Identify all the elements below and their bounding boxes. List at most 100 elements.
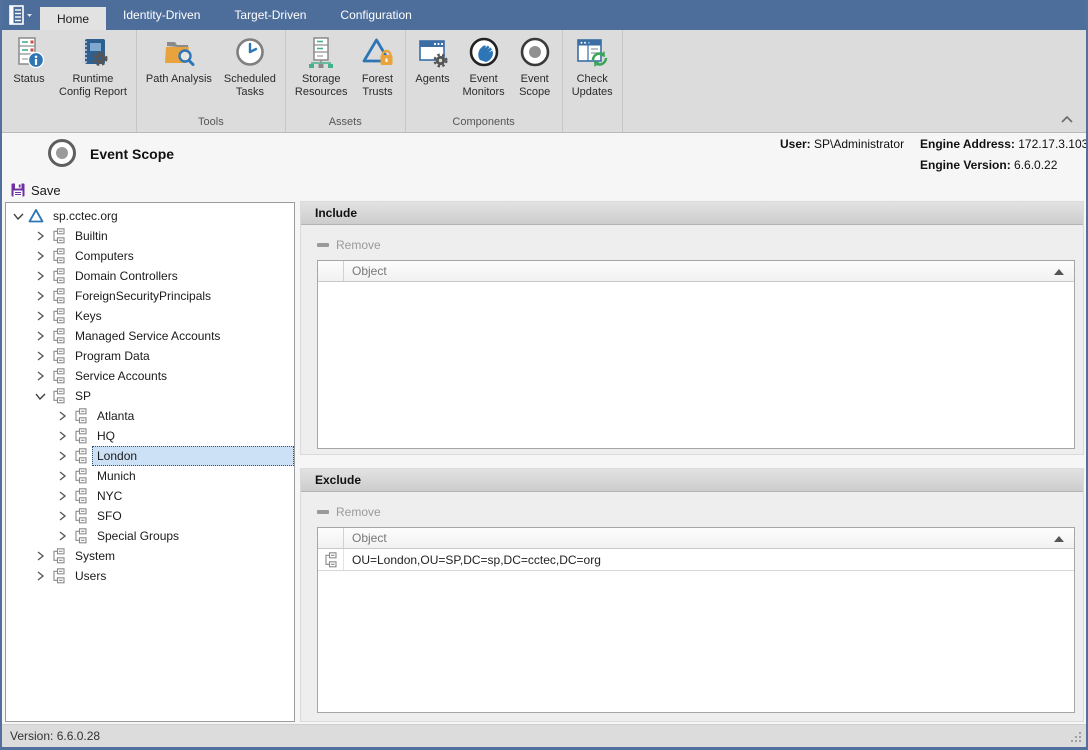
expand-toggle[interactable] bbox=[32, 288, 48, 304]
chevron-right-icon bbox=[57, 470, 67, 482]
tab-target-driven[interactable]: Target-Driven bbox=[217, 0, 323, 30]
exclude-remove-button[interactable]: Remove bbox=[316, 505, 1083, 519]
tree-item-service-accounts[interactable]: Service Accounts bbox=[6, 366, 294, 386]
tab-home[interactable]: Home bbox=[40, 7, 106, 30]
expand-toggle[interactable] bbox=[32, 548, 48, 564]
user-info: User: SP\Administrator bbox=[780, 137, 904, 151]
organizational-unit-icon bbox=[51, 568, 66, 584]
include-grid-header[interactable]: Object bbox=[318, 261, 1074, 282]
tree-item-hq[interactable]: HQ bbox=[6, 426, 294, 446]
app-version-value: 6.6.0.28 bbox=[57, 729, 100, 743]
event-monitors-label: Event Monitors bbox=[463, 73, 505, 99]
app-menu-button[interactable] bbox=[2, 0, 40, 30]
resize-grip-icon[interactable] bbox=[1071, 732, 1083, 744]
include-remove-button[interactable]: Remove bbox=[316, 238, 1083, 252]
ribbon-group-updates: Check Updates bbox=[563, 30, 623, 132]
domain-icon bbox=[28, 208, 44, 224]
expand-toggle[interactable] bbox=[32, 348, 48, 364]
tree-item-special-groups[interactable]: Special Groups bbox=[6, 526, 294, 546]
tree-item-sfo[interactable]: SFO bbox=[6, 506, 294, 526]
tree-item-builtin[interactable]: Builtin bbox=[6, 226, 294, 246]
check-updates-button[interactable]: Check Updates bbox=[566, 30, 619, 99]
collapse-toggle[interactable] bbox=[32, 388, 48, 404]
tree-item-label: Munich bbox=[92, 466, 294, 486]
expand-toggle[interactable] bbox=[32, 248, 48, 264]
exclude-grid: Object OU=London,OU=SP,DC=sp,DC=cctec,DC… bbox=[317, 527, 1075, 713]
organizational-unit-icon bbox=[50, 568, 66, 584]
ribbon-collapse-button[interactable] bbox=[1060, 113, 1074, 127]
engine-address-value: 172.17.3.103 bbox=[1018, 137, 1088, 151]
tree-item-computers[interactable]: Computers bbox=[6, 246, 294, 266]
event-scope-label: Event Scope bbox=[519, 73, 550, 99]
chevron-up-icon bbox=[1060, 115, 1074, 124]
chevron-right-icon bbox=[35, 570, 45, 582]
tree-item-domain-controllers[interactable]: Domain Controllers bbox=[6, 266, 294, 286]
event-monitors-icon bbox=[466, 35, 502, 71]
sort-ascending-icon bbox=[1054, 536, 1064, 542]
tree-item-keys[interactable]: Keys bbox=[6, 306, 294, 326]
include-object-column-header[interactable]: Object bbox=[344, 264, 387, 278]
tree-item-foreignsecurityprincipals[interactable]: ForeignSecurityPrincipals bbox=[6, 286, 294, 306]
tree-item-program-data[interactable]: Program Data bbox=[6, 346, 294, 366]
organizational-unit-icon bbox=[51, 268, 66, 284]
chevron-right-icon bbox=[35, 270, 45, 282]
event-monitors-button[interactable]: Event Monitors bbox=[457, 30, 511, 99]
forest-trusts-button[interactable]: Forest Trusts bbox=[354, 30, 402, 99]
expand-toggle[interactable] bbox=[54, 428, 70, 444]
tree-item-users[interactable]: Users bbox=[6, 566, 294, 586]
expand-toggle[interactable] bbox=[32, 368, 48, 384]
agents-button[interactable]: Agents bbox=[409, 30, 457, 86]
collapse-toggle[interactable] bbox=[10, 208, 26, 224]
scheduled-tasks-button[interactable]: Scheduled Tasks bbox=[218, 30, 282, 99]
chevron-right-icon bbox=[35, 290, 45, 302]
event-scope-icon bbox=[517, 35, 553, 71]
check-updates-label: Check Updates bbox=[572, 73, 613, 99]
organizational-unit-icon bbox=[318, 549, 344, 570]
expand-toggle[interactable] bbox=[54, 448, 70, 464]
tree-item-munich[interactable]: Munich bbox=[6, 466, 294, 486]
tree-item-sp[interactable]: SP bbox=[6, 386, 294, 406]
exclude-panel-header: Exclude bbox=[301, 469, 1083, 492]
path-analysis-button[interactable]: Path Analysis bbox=[140, 30, 218, 86]
exclude-grid-header[interactable]: Object bbox=[318, 528, 1074, 549]
expand-toggle[interactable] bbox=[54, 528, 70, 544]
storage-resources-button[interactable]: Storage Resources bbox=[289, 30, 354, 99]
expand-toggle[interactable] bbox=[32, 268, 48, 284]
save-button[interactable]: Save bbox=[10, 180, 61, 200]
tree-item-label: HQ bbox=[92, 426, 294, 446]
table-row[interactable]: OU=London,OU=SP,DC=sp,DC=cctec,DC=org bbox=[318, 549, 1074, 571]
ribbon-group-tools-label: Tools bbox=[140, 115, 282, 132]
chevron-down-icon bbox=[34, 391, 46, 401]
expand-toggle[interactable] bbox=[32, 308, 48, 324]
tab-identity-driven[interactable]: Identity-Driven bbox=[106, 0, 217, 30]
expand-toggle[interactable] bbox=[54, 508, 70, 524]
tab-configuration[interactable]: Configuration bbox=[323, 0, 428, 30]
expand-toggle[interactable] bbox=[54, 488, 70, 504]
expand-toggle[interactable] bbox=[32, 228, 48, 244]
tree-item-managed-service-accounts[interactable]: Managed Service Accounts bbox=[6, 326, 294, 346]
tree-item-nyc[interactable]: NYC bbox=[6, 486, 294, 506]
tree-item-system[interactable]: System bbox=[6, 546, 294, 566]
tree-item-atlanta[interactable]: Atlanta bbox=[6, 406, 294, 426]
runtime-config-report-button[interactable]: Runtime Config Report bbox=[53, 30, 133, 99]
expand-toggle[interactable] bbox=[32, 328, 48, 344]
status-button[interactable]: Status bbox=[5, 30, 53, 86]
engine-version-info: Engine Version: 6.6.0.22 bbox=[920, 158, 1057, 172]
organizational-unit-icon bbox=[50, 368, 66, 384]
organizational-unit-icon bbox=[73, 468, 88, 484]
expand-toggle[interactable] bbox=[54, 468, 70, 484]
tree-item-london[interactable]: London bbox=[6, 446, 294, 466]
app-version-label: Version: bbox=[10, 729, 53, 743]
save-icon bbox=[10, 182, 26, 198]
organizational-unit-icon bbox=[51, 348, 66, 364]
exclude-object-column-header[interactable]: Object bbox=[344, 531, 387, 545]
tree-item-label: Users bbox=[70, 566, 294, 586]
scope-tree: sp.cctec.orgBuiltinComputersDomain Contr… bbox=[5, 202, 295, 722]
tree-item-sp-cctec-org[interactable]: sp.cctec.org bbox=[6, 206, 294, 226]
expand-toggle[interactable] bbox=[32, 568, 48, 584]
expand-toggle[interactable] bbox=[54, 408, 70, 424]
tree-item-label: SP bbox=[70, 386, 294, 406]
organizational-unit-icon bbox=[72, 448, 88, 464]
event-scope-button[interactable]: Event Scope bbox=[511, 30, 559, 99]
organizational-unit-icon bbox=[50, 288, 66, 304]
